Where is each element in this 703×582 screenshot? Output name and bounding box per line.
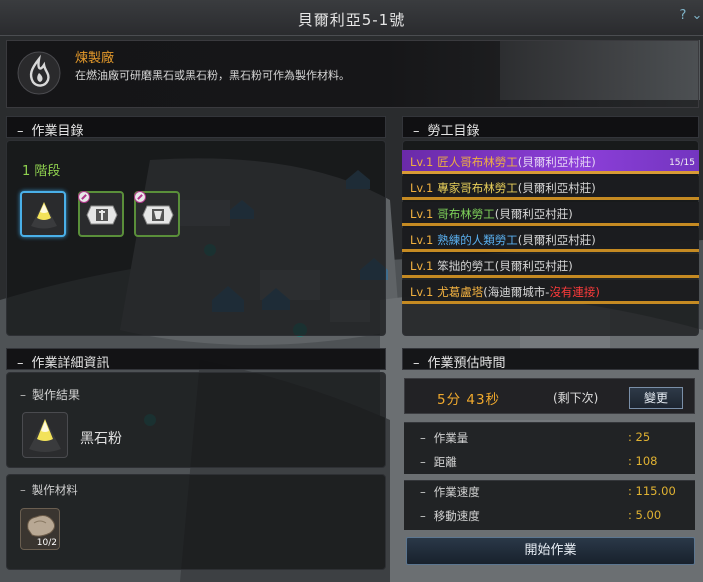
worker-label: Lv.1 笨拙的勞工(貝爾利亞村莊) <box>410 258 573 274</box>
worker-location: (貝爾利亞村莊) <box>517 155 596 169</box>
worker-row[interactable]: Lv.1 匠人哥布林勞工(貝爾利亞村莊) 15/15 <box>402 150 699 174</box>
worker-row[interactable]: Lv.1 笨拙的勞工(貝爾利亞村莊) <box>402 254 699 278</box>
refinery-icon <box>17 51 61 95</box>
work-details-header: – 作業詳細資訊 <box>6 348 386 371</box>
estimate-title: 作業預估時間 <box>427 356 506 371</box>
building-description: 在燃油廠可研磨黑石或黑石粉，黑石粉可作為製作材料。 <box>75 69 350 82</box>
work-item-locked-1[interactable] <box>78 191 124 237</box>
work-item-black-stone-powder[interactable] <box>20 191 66 237</box>
worker-count: 15/15 <box>669 158 695 168</box>
collapse-icon[interactable]: ⌄ <box>690 8 703 24</box>
building-name: 煉製廠 <box>75 51 115 66</box>
stat-value: : 25 <box>628 430 651 444</box>
worker-name: 匠人哥布林勞工 <box>437 155 518 169</box>
window-title: 貝爾利亞5-1號 <box>297 11 406 29</box>
worker-label: Lv.1 尤葛盧塔(海迪爾城市-沒有連接) <box>410 284 600 300</box>
result-label: – 製作結果 <box>20 388 81 402</box>
black-stone-powder-icon <box>31 202 57 229</box>
time-note: (剩下次) <box>553 391 599 405</box>
result-item-name: 黑石粉 <box>80 431 122 447</box>
worker-location: (貝爾利亞村莊) <box>517 181 596 195</box>
stage-label: 1 階段 <box>22 164 61 179</box>
worker-level: Lv.1 <box>410 155 434 169</box>
worker-name: 熟練的人類勞工 <box>437 233 518 247</box>
worker-location: (貝爾利亞村莊) <box>517 233 596 247</box>
work-list-panel <box>6 140 386 336</box>
work-list-title: 作業目錄 <box>31 124 84 139</box>
estimated-time: 5分 43秒 <box>437 392 501 408</box>
estimate-header: – 作業預估時間 <box>402 348 699 371</box>
stat-value: : 5.00 <box>628 508 662 522</box>
worker-location: (海迪爾城市- <box>483 285 550 299</box>
stat-value: : 115.00 <box>628 484 676 498</box>
work-item-locked-2[interactable] <box>134 191 180 237</box>
result-item-slot[interactable] <box>22 412 68 458</box>
worker-level: Lv.1 <box>410 181 434 195</box>
worker-level: Lv.1 <box>410 285 434 299</box>
worker-level: Lv.1 <box>410 207 434 221</box>
black-stone-armor-icon <box>142 205 174 225</box>
worker-label: Lv.1 專家哥布林勞工(貝爾利亞村莊) <box>410 180 596 196</box>
stat-row: – 作業速度 : 115.00 <box>420 484 680 502</box>
worker-name: 尤葛盧塔 <box>437 285 484 299</box>
worker-level: Lv.1 <box>410 259 434 273</box>
worker-label: Lv.1 匠人哥布林勞工(貝爾利亞村莊) <box>410 154 596 170</box>
worker-level: Lv.1 <box>410 233 434 247</box>
estimated-time-box: 5分 43秒 (剩下次) 變更 <box>404 378 695 414</box>
worker-name: 笨拙的勞工 <box>437 259 495 273</box>
rough-stone-icon <box>27 515 56 537</box>
stat-row: – 移動速度 : 5.00 <box>420 508 680 526</box>
worker-row[interactable]: Lv.1 哥布林勞工(貝爾利亞村莊) <box>402 202 699 226</box>
stat-name: – 作業量 <box>420 431 469 445</box>
worker-label: Lv.1 哥布林勞工(貝爾利亞村莊) <box>410 206 573 222</box>
worker-row[interactable]: Lv.1 熟練的人類勞工(貝爾利亞村莊) <box>402 228 699 252</box>
work-list-header: – 作業目錄 <box>6 116 386 139</box>
stat-name: – 距離 <box>420 455 457 469</box>
start-work-button[interactable]: 開始作業 <box>406 537 695 565</box>
materials-label: – 製作材料 <box>20 483 78 497</box>
stat-name: – 移動速度 <box>420 509 480 523</box>
worker-row[interactable]: Lv.1 專家哥布林勞工(貝爾利亞村莊) <box>402 176 699 200</box>
worker-location: (貝爾利亞村莊) <box>494 207 573 221</box>
work-details-title: 作業詳細資訊 <box>31 356 110 371</box>
change-worker-button[interactable]: 變更 <box>629 387 683 409</box>
black-stone-weapon-icon <box>86 205 118 225</box>
worker-location: (貝爾利亞村莊) <box>494 259 573 273</box>
help-icon[interactable]: ? <box>676 8 690 24</box>
worker-row[interactable]: Lv.1 尤葛盧塔(海迪爾城市-沒有連接) <box>402 280 699 304</box>
worker-list-title: 勞工目錄 <box>427 124 480 139</box>
stat-row: – 作業量 : 25 <box>420 430 680 448</box>
window-title-bar[interactable]: 貝爾利亞5-1號 ? ⌄ <box>0 0 703 36</box>
stat-row: – 距離 : 108 <box>420 454 680 472</box>
worker-name: 專家哥布林勞工 <box>437 181 518 195</box>
black-stone-powder-icon <box>29 419 61 452</box>
stat-value: : 108 <box>628 454 658 468</box>
material-quantity: 10/2 <box>36 538 57 548</box>
worker-connection-status: 沒有連接) <box>549 285 600 299</box>
worker-name: 哥布林勞工 <box>437 207 495 221</box>
worker-list-header: – 勞工目錄 <box>402 116 699 139</box>
worker-label: Lv.1 熟練的人類勞工(貝爾利亞村莊) <box>410 232 596 248</box>
building-info-header: 煉製廠 在燃油廠可研磨黑石或黑石粉，黑石粉可作為製作材料。 <box>6 40 699 108</box>
stat-name: – 作業速度 <box>420 485 480 499</box>
material-item-slot[interactable]: 10/2 <box>20 508 60 550</box>
